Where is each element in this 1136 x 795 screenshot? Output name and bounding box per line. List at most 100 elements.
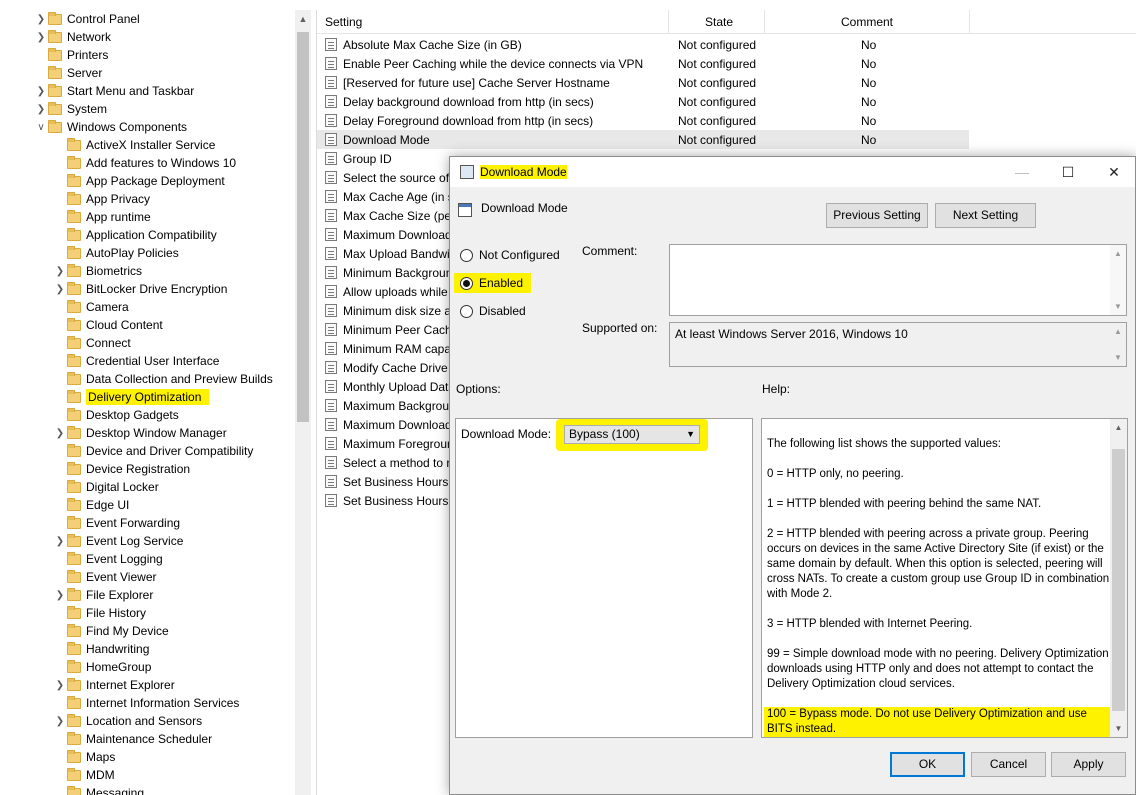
tree-item[interactable]: Add features to Windows 10	[53, 154, 236, 172]
tree-item[interactable]: ActiveX Installer Service	[53, 136, 215, 154]
tree-item[interactable]: File History	[53, 604, 146, 622]
chevron-right-icon[interactable]: ❯	[53, 590, 67, 601]
tree-item[interactable]: AutoPlay Policies	[53, 244, 179, 262]
chevron-right-icon[interactable]: ❯	[53, 284, 67, 295]
chevron-right-icon[interactable]: ❯	[53, 716, 67, 727]
tree-item[interactable]: Desktop Gadgets	[53, 406, 179, 424]
chevron-right-icon[interactable]: ❯	[34, 86, 48, 97]
scroll-up-icon[interactable]: ▲	[1110, 327, 1126, 336]
tree-scrollbar[interactable]: ▲	[295, 10, 311, 795]
radio-disabled-circle[interactable]	[460, 304, 473, 318]
tree-item[interactable]: Data Collection and Preview Builds	[53, 370, 273, 388]
tree-item[interactable]: Messaging	[53, 784, 144, 795]
tree-item[interactable]: Handwriting	[53, 640, 149, 658]
radio-not-configured-circle[interactable]	[460, 248, 473, 262]
tree-item[interactable]: Server	[34, 64, 102, 82]
help-scrollbar[interactable]: ▲ ▼	[1110, 419, 1127, 737]
tree-item[interactable]: Device and Driver Compatibility	[53, 442, 253, 460]
comment-scrollbar[interactable]: ▲ ▼	[1110, 245, 1126, 315]
setting-row[interactable]: Delay background download from http (in …	[317, 92, 969, 111]
setting-row[interactable]: Enable Peer Caching while the device con…	[317, 54, 969, 73]
tree-item[interactable]: Camera	[53, 298, 129, 316]
download-mode-select[interactable]: Bypass (100) ▼	[564, 425, 700, 444]
tree-item[interactable]: HomeGroup	[53, 658, 151, 676]
scroll-up-icon[interactable]: ▲	[1110, 249, 1126, 258]
tree-item[interactable]: Find My Device	[53, 622, 169, 640]
tree-item[interactable]: App Privacy	[53, 190, 150, 208]
chevron-right-icon[interactable]: ❯	[34, 32, 48, 43]
cancel-button[interactable]: Cancel	[971, 752, 1046, 777]
tree-item[interactable]: ❯ Internet Explorer	[53, 676, 175, 694]
tree-item[interactable]: App Package Deployment	[53, 172, 225, 190]
tree-item[interactable]: ❯ File Explorer	[53, 586, 153, 604]
chevron-down-icon[interactable]: ▼	[686, 426, 695, 443]
scroll-down-icon[interactable]: ▼	[1110, 353, 1126, 362]
scroll-down-icon[interactable]: ▼	[1110, 302, 1126, 311]
tree-item[interactable]: ∨ Windows Components	[34, 118, 187, 136]
scroll-up-icon[interactable]: ▲	[295, 14, 311, 24]
tree-item[interactable]: ❯ Location and Sensors	[53, 712, 202, 730]
ok-button[interactable]: OK	[890, 752, 965, 777]
tree-item[interactable]: Event Forwarding	[53, 514, 180, 532]
tree-item[interactable]: Internet Information Services	[53, 694, 239, 712]
tree-item[interactable]: Delivery Optimization	[53, 388, 210, 406]
tree-scrollbar-thumb[interactable]	[297, 32, 309, 422]
close-button[interactable]: ✕	[1091, 157, 1136, 187]
column-header-setting[interactable]: Setting	[325, 15, 362, 29]
minimize-button[interactable]: —	[999, 157, 1045, 187]
tree-item[interactable]: ❯ Network	[34, 28, 111, 46]
radio-not-configured[interactable]: Not Configured	[460, 248, 560, 262]
tree-item[interactable]: ❯ System	[34, 100, 107, 118]
tree-item[interactable]: ❯ Control Panel	[34, 10, 140, 28]
apply-button[interactable]: Apply	[1051, 752, 1126, 777]
tree-item[interactable]: ❯ Desktop Window Manager	[53, 424, 227, 442]
chevron-right-icon[interactable]: ❯	[53, 428, 67, 439]
tree-item[interactable]: Event Logging	[53, 550, 163, 568]
column-divider[interactable]	[668, 10, 669, 34]
tree-item[interactable]: Maps	[53, 748, 115, 766]
tree-item[interactable]: MDM	[53, 766, 115, 784]
chevron-down-icon[interactable]: ∨	[34, 122, 48, 133]
next-setting-button[interactable]: Next Setting	[935, 203, 1036, 228]
previous-setting-button[interactable]: Previous Setting	[826, 203, 928, 228]
tree-item[interactable]: ❯ Biometrics	[53, 262, 142, 280]
setting-row[interactable]: [Reserved for future use] Cache Server H…	[317, 73, 969, 92]
tree-item[interactable]: Device Registration	[53, 460, 190, 478]
setting-row[interactable]: Download Mode Not configured No	[317, 130, 969, 149]
tree-item[interactable]: Cloud Content	[53, 316, 163, 334]
tree-item[interactable]: Connect	[53, 334, 131, 352]
chevron-right-icon[interactable]: ❯	[34, 14, 48, 25]
column-header-state[interactable]: State	[705, 15, 733, 29]
tree-item[interactable]: Printers	[34, 46, 108, 64]
tree-item[interactable]: Maintenance Scheduler	[53, 730, 212, 748]
chevron-right-icon[interactable]: ❯	[53, 536, 67, 547]
radio-enabled-circle[interactable]	[460, 276, 473, 290]
tree-item[interactable]: Credential User Interface	[53, 352, 219, 370]
policy-setting-icon	[325, 323, 337, 336]
dialog-title-bar[interactable]: Download Mode — ☐ ✕	[450, 157, 1135, 187]
tree-item[interactable]: Application Compatibility	[53, 226, 217, 244]
column-divider[interactable]	[764, 10, 765, 34]
supported-scrollbar[interactable]: ▲ ▼	[1110, 323, 1126, 366]
column-divider[interactable]	[969, 10, 970, 34]
tree-item[interactable]: Digital Locker	[53, 478, 159, 496]
setting-row[interactable]: Absolute Max Cache Size (in GB) Not confi…	[317, 35, 969, 54]
radio-disabled[interactable]: Disabled	[460, 304, 526, 318]
scroll-up-icon[interactable]: ▲	[1110, 423, 1127, 432]
chevron-right-icon[interactable]: ❯	[53, 680, 67, 691]
tree-item[interactable]: ❯ Start Menu and Taskbar	[34, 82, 194, 100]
setting-row[interactable]: Delay Foreground download from http (in …	[317, 111, 969, 130]
tree-item[interactable]: ❯ BitLocker Drive Encryption	[53, 280, 227, 298]
scroll-down-icon[interactable]: ▼	[1110, 724, 1127, 733]
tree-item[interactable]: ❯ Event Log Service	[53, 532, 183, 550]
column-header-comment[interactable]: Comment	[841, 15, 893, 29]
help-scrollbar-thumb[interactable]	[1112, 449, 1125, 711]
tree-item[interactable]: Event Viewer	[53, 568, 156, 586]
tree-item[interactable]: Edge UI	[53, 496, 129, 514]
tree-item[interactable]: App runtime	[53, 208, 151, 226]
maximize-button[interactable]: ☐	[1045, 157, 1091, 187]
radio-enabled[interactable]: Enabled	[454, 273, 532, 293]
chevron-right-icon[interactable]: ❯	[53, 266, 67, 277]
comment-textarea[interactable]: ▲ ▼	[669, 244, 1127, 316]
chevron-right-icon[interactable]: ❯	[34, 104, 48, 115]
